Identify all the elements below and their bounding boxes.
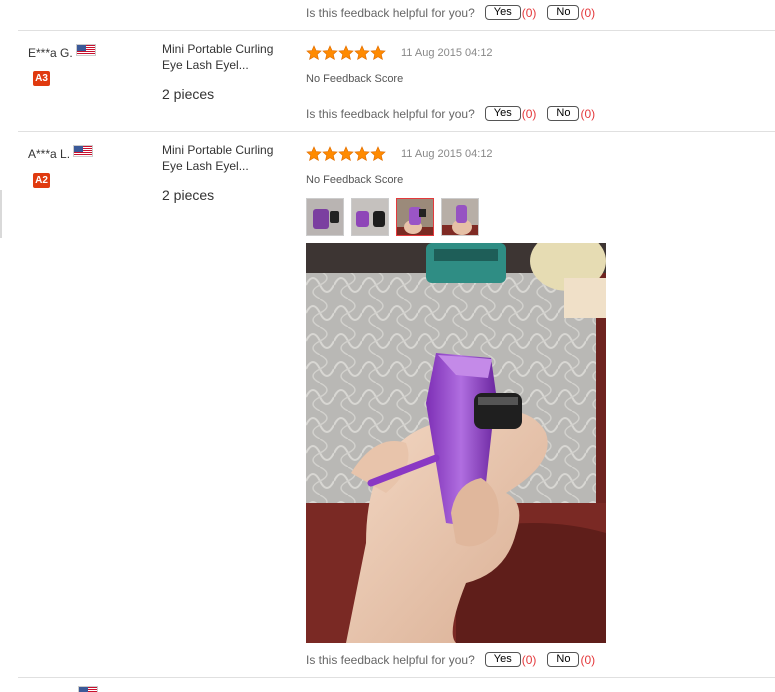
photo-thumbnails — [306, 198, 486, 236]
no-count: (0) — [580, 5, 596, 20]
star-icon — [338, 146, 354, 162]
no-count: (0) — [580, 652, 596, 667]
yes-count: (0) — [521, 106, 537, 121]
product-name-line1: Mini Portable Curling — [162, 42, 274, 56]
divider — [18, 30, 775, 31]
yes-button[interactable]: Yes — [484, 106, 521, 121]
left-edge-bar — [0, 190, 2, 238]
review-date: 11 Aug 2015 04:12 — [401, 47, 493, 59]
buyer-level-badge: A2 — [33, 173, 50, 188]
feedback-score: No Feedback Score — [306, 174, 404, 186]
us-flag-icon — [78, 686, 98, 692]
product-name-line2: Eye Lash Eyel... — [162, 58, 249, 72]
rating-stars — [306, 146, 386, 162]
star-icon — [306, 146, 322, 162]
reviewer-name: A***a L. — [28, 145, 94, 161]
photo-thumbnail[interactable] — [351, 198, 389, 236]
quantity: 2 pieces — [162, 86, 215, 102]
star-icon — [354, 45, 370, 61]
star-icon — [354, 146, 370, 162]
product-name[interactable]: Mini Portable Curling Eye Lash Eyel... — [162, 142, 292, 174]
product-name[interactable]: Mini Portable Curling Eye Lash Eyel... — [162, 41, 292, 73]
helpful-row: Is this feedback helpful for you? Yes (0… — [306, 652, 606, 667]
helpful-row: Is this feedback helpful for you? Yes (0… — [306, 5, 606, 20]
star-icon — [322, 45, 338, 61]
divider — [18, 677, 775, 678]
yes-button[interactable]: Yes — [484, 5, 521, 20]
reviewer-name: E***a G. — [28, 44, 96, 60]
star-icon — [370, 45, 386, 61]
yes-count: (0) — [521, 652, 537, 667]
product-name-line1: Mini Portable Curling — [162, 143, 274, 157]
yes-button[interactable]: Yes — [484, 652, 521, 667]
no-button[interactable]: No — [547, 652, 580, 667]
quantity: 2 pieces — [162, 187, 215, 203]
photo-thumbnail[interactable] — [441, 198, 479, 236]
star-icon — [306, 45, 322, 61]
helpful-question: Is this feedback helpful for you? — [306, 5, 475, 20]
no-button[interactable]: No — [547, 106, 580, 121]
helpful-question: Is this feedback helpful for you? — [306, 106, 475, 121]
us-flag-icon — [75, 44, 96, 56]
star-icon — [338, 45, 354, 61]
reviewer-name-text: A***a L. — [28, 147, 71, 161]
us-flag-icon — [73, 145, 94, 157]
product-name-line2: Eye Lash Eyel... — [162, 159, 249, 173]
review-photo-large[interactable] — [306, 243, 606, 643]
rating-stars — [306, 45, 386, 61]
no-button[interactable]: No — [547, 5, 580, 20]
helpful-row: Is this feedback helpful for you? Yes (0… — [306, 106, 606, 121]
yes-count: (0) — [521, 5, 537, 20]
no-count: (0) — [580, 106, 596, 121]
review-photo-image — [306, 243, 606, 643]
helpful-question: Is this feedback helpful for you? — [306, 652, 475, 667]
reviewer-name-text: E***a G. — [28, 46, 73, 60]
star-icon — [322, 146, 338, 162]
divider — [18, 131, 775, 132]
feedback-score: No Feedback Score — [306, 73, 404, 85]
photo-thumbnail-selected[interactable] — [396, 198, 434, 236]
review-date: 11 Aug 2015 04:12 — [401, 148, 493, 160]
buyer-level-badge: A3 — [33, 71, 50, 86]
photo-thumbnail[interactable] — [306, 198, 344, 236]
star-icon — [370, 146, 386, 162]
